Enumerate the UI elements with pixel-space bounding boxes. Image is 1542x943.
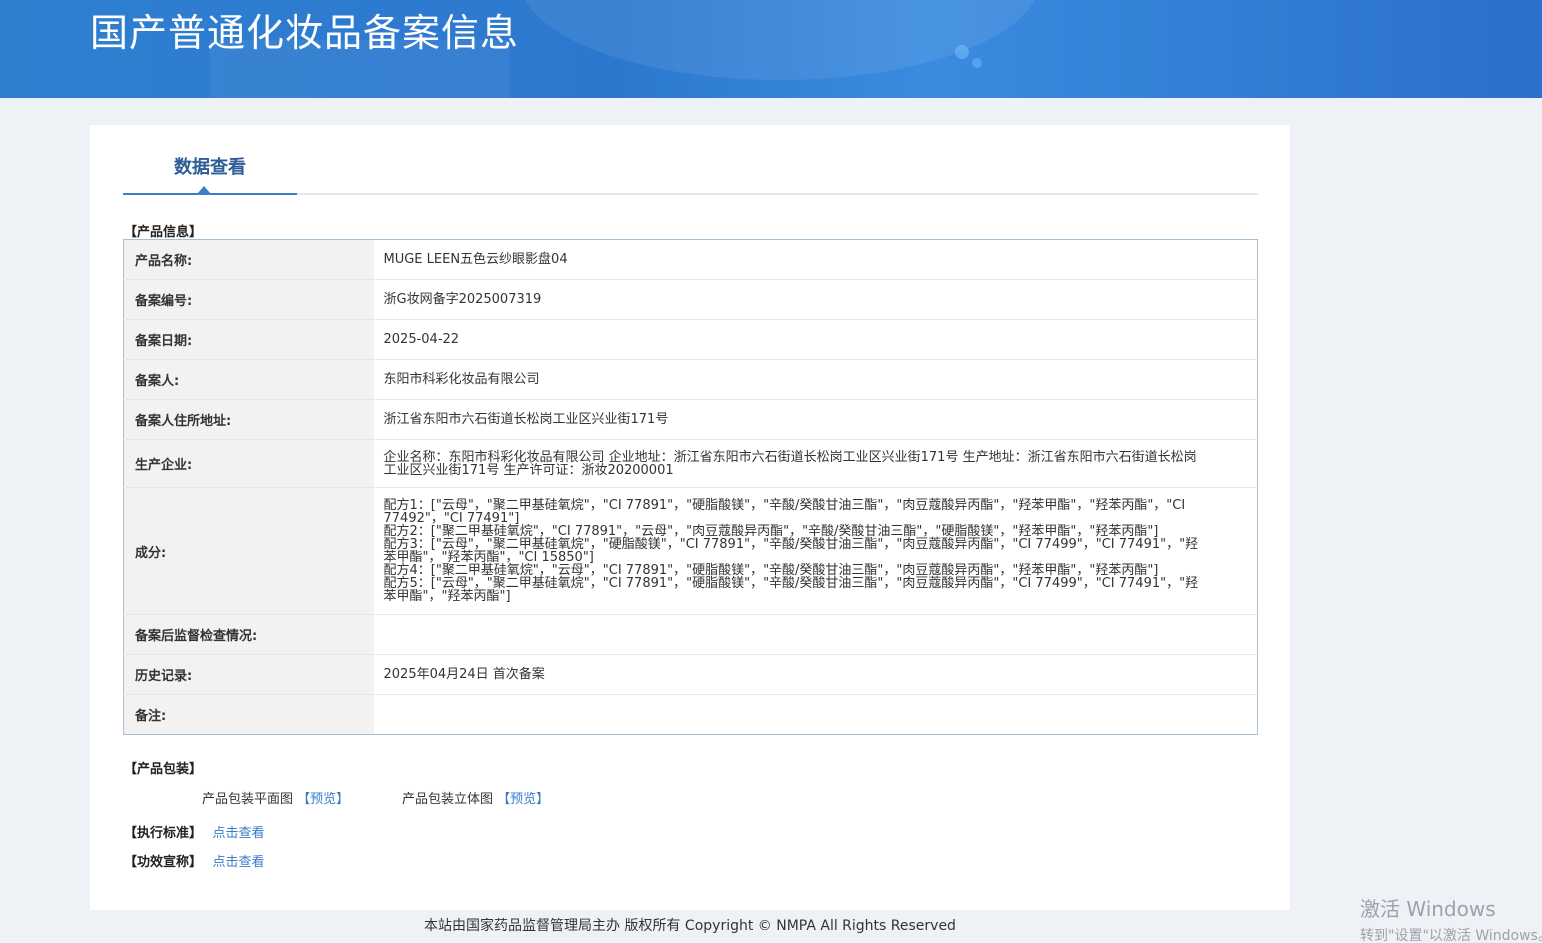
tab-data-view[interactable]: 数据查看 [123, 125, 297, 195]
packaging-solid-row: 产品包装立体图 【预览】 [402, 788, 549, 807]
row-key: 成分: [123, 487, 374, 615]
table-row: 备案后监督检查情况: [123, 614, 1258, 655]
tab-bar: 数据查看 [123, 125, 1258, 195]
ingredients-value: 配方1：["云母"，"聚二甲基硅氧烷"，"CI 77891"，"硬脂酸镁"，"辛… [373, 487, 1258, 615]
packaging-solid-preview-link[interactable]: 【预览】 [497, 792, 549, 807]
filer-value: 东阳市科彩化妆品有限公司 [373, 359, 1258, 400]
packaging-flat-preview-link[interactable]: 【预览】 [297, 792, 349, 807]
tab-active-arrow-icon [198, 186, 210, 193]
table-row: 备注: [123, 694, 1258, 735]
table-row: 备案人住所地址: 浙江省东阳市六石街道长松岗工业区兴业街171号 [123, 399, 1258, 440]
row-key: 备案人住所地址: [123, 399, 374, 440]
page-title: 国产普通化妆品备案信息 [90, 11, 520, 55]
efficacy-row: 【功效宣称】 点击查看 [124, 851, 265, 870]
remarks-value [374, 695, 1258, 735]
table-row: 历史记录: 2025年04月24日 首次备案 [123, 654, 1258, 695]
filing-number-value: 浙G妆网备字2025007319 [373, 279, 1258, 320]
footer-copyright: 本站由国家药品监督管理局主办 版权所有 Copyright © NMPA All… [424, 918, 956, 934]
row-key: 备案后监督检查情况: [123, 614, 374, 655]
efficacy-view-link[interactable]: 点击查看 [213, 855, 265, 870]
watermark-line-2: 转到"设置"以激活 Windows。 [1360, 928, 1542, 943]
windows-activation-watermark: 激活 Windows 转到"设置"以激活 Windows。 [1360, 893, 1542, 943]
table-row: 产品名称: MUGE LEEN五色云纱眼影盘04 [123, 239, 1258, 280]
standard-view-link[interactable]: 点击查看 [213, 826, 265, 841]
table-row: 备案编号: 浙G妆网备字2025007319 [123, 279, 1258, 320]
packaging-solid-label: 产品包装立体图 [402, 792, 494, 807]
row-key: 历史记录: [123, 654, 374, 695]
tab-label: 数据查看 [174, 157, 246, 178]
manufacturer-value: 企业名称：东阳市科彩化妆品有限公司 企业地址：浙江省东阳市六石街道长松岗工业区兴… [373, 439, 1258, 488]
product-info-heading: 【产品信息】 [124, 225, 203, 240]
table-row: 成分: 配方1：["云母"，"聚二甲基硅氧烷"，"CI 77891"，"硬脂酸镁… [123, 487, 1258, 615]
inspection-value [373, 614, 1258, 655]
product-info-table: 产品名称: MUGE LEEN五色云纱眼影盘04 备案编号: 浙G妆网备字202… [123, 239, 1258, 735]
filing-date-value: 2025-04-22 [373, 319, 1258, 360]
table-row: 生产企业: 企业名称：东阳市科彩化妆品有限公司 企业地址：浙江省东阳市六石街道长… [123, 439, 1258, 488]
formula-line: 配方1：["云母"，"聚二甲基硅氧烷"，"CI 77891"，"硬脂酸镁"，"辛… [383, 498, 1186, 526]
formula-line: 配方3：["云母"，"聚二甲基硅氧烷"，"硬脂酸镁"，"CI 77891"，"辛… [383, 537, 1199, 565]
watermark-line-1: 激活 Windows [1360, 897, 1496, 921]
formula-line: 配方5：["云母"，"聚二甲基硅氧烷"，"CI 77891"，"硬脂酸镁"，"辛… [383, 576, 1199, 604]
row-key: 备案编号: [123, 279, 374, 320]
packaging-flat-label: 产品包装平面图 [202, 792, 294, 807]
packaging-heading: 【产品包装】 [124, 762, 203, 777]
row-key: 备注: [123, 694, 374, 735]
table-row: 备案人: 东阳市科彩化妆品有限公司 [123, 359, 1258, 400]
history-value: 2025年04月24日 首次备案 [373, 654, 1258, 695]
packaging-flat-row: 产品包装平面图 【预览】 [202, 788, 349, 807]
content-card: 数据查看 【产品信息】 产品名称: MUGE LEEN五色云纱眼影盘04 备案编… [90, 125, 1290, 910]
row-key: 产品名称: [123, 239, 374, 280]
standard-row: 【执行标准】 点击查看 [124, 822, 265, 841]
efficacy-label: 【功效宣称】 [124, 855, 203, 870]
table-row: 备案日期: 2025-04-22 [123, 319, 1258, 360]
header-banner: 国产普通化妆品备案信息 [0, 0, 1542, 98]
filer-address-value: 浙江省东阳市六石街道长松岗工业区兴业街171号 [373, 399, 1258, 440]
standard-label: 【执行标准】 [124, 826, 203, 841]
product-name-value: MUGE LEEN五色云纱眼影盘04 [373, 239, 1258, 280]
row-key: 备案人: [123, 359, 374, 400]
row-key: 备案日期: [123, 319, 374, 360]
row-key: 生产企业: [123, 439, 374, 488]
